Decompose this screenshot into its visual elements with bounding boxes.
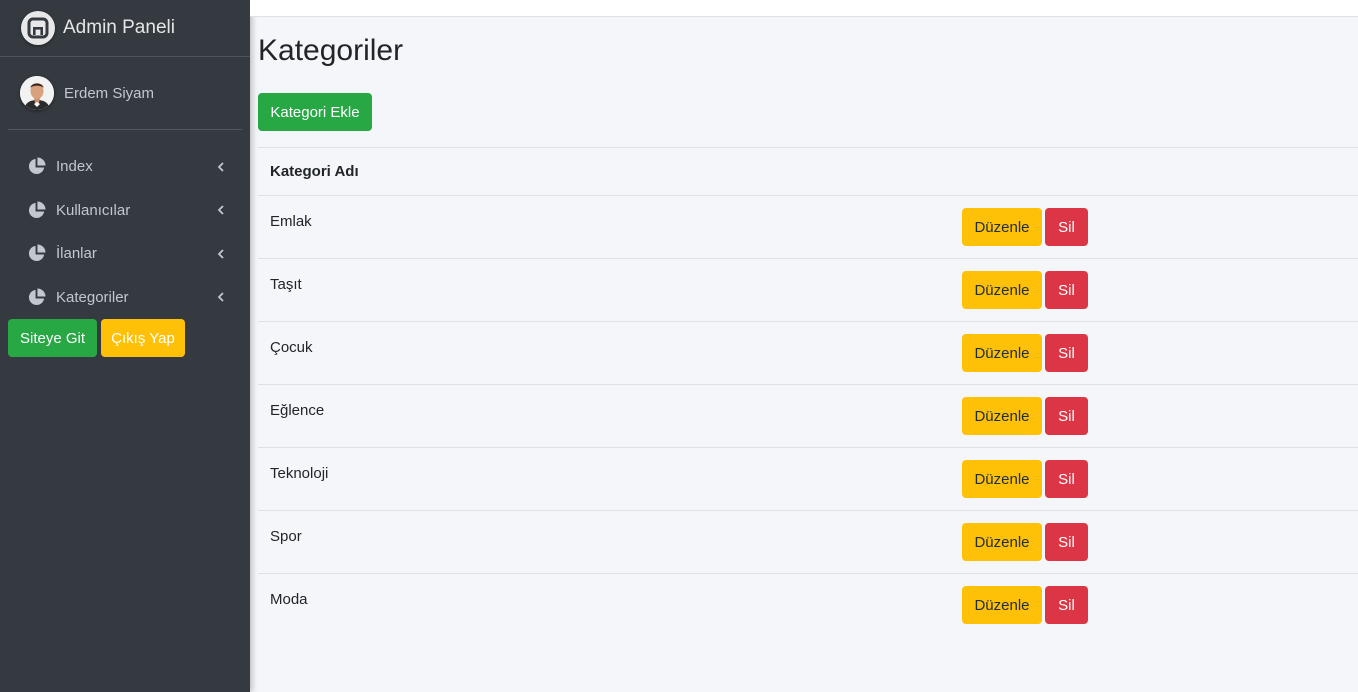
column-header-category-name: Kategori Adı — [270, 163, 359, 180]
sidebar-item-categories[interactable]: Kategoriler — [8, 276, 242, 320]
sidebar-item-label: İlanlar — [56, 245, 97, 263]
table-row: Eğlence Düzenle Sil — [258, 385, 1358, 448]
edit-button[interactable]: Düzenle — [962, 460, 1042, 498]
categories-table: Kategori Adı Emlak Düzenle Sil Taşıt Düz… — [258, 147, 1358, 637]
top-navbar — [250, 0, 1358, 17]
delete-button[interactable]: Sil — [1045, 208, 1088, 246]
table-row: Teknoloji Düzenle Sil — [258, 448, 1358, 511]
user-panel[interactable]: Erdem Siyam — [8, 57, 242, 130]
edit-button[interactable]: Düzenle — [962, 208, 1042, 246]
sidebar-nav: Index Kullanıcılar İlanlar Kategoriler — [0, 145, 250, 319]
chevron-left-icon — [216, 292, 226, 302]
edit-button[interactable]: Düzenle — [962, 523, 1042, 561]
brand-logo-icon — [21, 11, 55, 45]
sidebar-item-label: Kategoriler — [56, 288, 129, 306]
row-actions: Düzenle Sil — [962, 460, 1088, 498]
edit-button[interactable]: Düzenle — [962, 334, 1042, 372]
table-row: Moda Düzenle Sil — [258, 574, 1358, 637]
row-actions: Düzenle Sil — [962, 586, 1088, 624]
category-name: Eğlence — [270, 402, 325, 419]
sidebar-item-listings[interactable]: İlanlar — [8, 232, 242, 276]
row-actions: Düzenle Sil — [962, 208, 1088, 246]
delete-button[interactable]: Sil — [1045, 460, 1088, 498]
row-actions: Düzenle Sil — [962, 271, 1088, 309]
chart-pie-icon — [26, 244, 46, 264]
brand-text: Admin Paneli — [63, 17, 175, 38]
row-actions: Düzenle Sil — [962, 523, 1088, 561]
add-category-button[interactable]: Kategori Ekle — [258, 93, 372, 131]
delete-button[interactable]: Sil — [1045, 334, 1088, 372]
delete-button[interactable]: Sil — [1045, 397, 1088, 435]
category-name: Çocuk — [270, 339, 313, 356]
sidebar-item-users[interactable]: Kullanıcılar — [8, 189, 242, 233]
chart-pie-icon — [26, 157, 46, 177]
sidebar-item-index[interactable]: Index — [8, 145, 242, 189]
row-actions: Düzenle Sil — [962, 397, 1088, 435]
sidebar-item-label: Index — [56, 158, 93, 176]
edit-button[interactable]: Düzenle — [962, 397, 1042, 435]
delete-button[interactable]: Sil — [1045, 586, 1088, 624]
chevron-left-icon — [216, 205, 226, 215]
logout-button[interactable]: Çıkış Yap — [101, 319, 185, 357]
category-name: Teknoloji — [270, 465, 329, 482]
user-name: Erdem Siyam — [64, 84, 155, 102]
chart-pie-icon — [26, 200, 46, 220]
edit-button[interactable]: Düzenle — [962, 271, 1042, 309]
brand[interactable]: Admin Paneli — [0, 0, 250, 57]
avatar — [20, 76, 54, 110]
table-row: Çocuk Düzenle Sil — [258, 322, 1358, 385]
chevron-left-icon — [216, 162, 226, 172]
page-title: Kategoriler — [258, 34, 404, 67]
sidebar-item-label: Kullanıcılar — [56, 201, 131, 219]
category-name: Emlak — [270, 213, 312, 230]
chevron-left-icon — [216, 249, 226, 259]
row-actions: Düzenle Sil — [962, 334, 1088, 372]
go-to-site-button[interactable]: Siteye Git — [8, 319, 97, 357]
delete-button[interactable]: Sil — [1045, 271, 1088, 309]
category-name: Moda — [270, 591, 308, 608]
table-row: Emlak Düzenle Sil — [258, 196, 1358, 259]
category-name: Spor — [270, 528, 302, 545]
delete-button[interactable]: Sil — [1045, 523, 1088, 561]
table-row: Taşıt Düzenle Sil — [258, 259, 1358, 322]
edit-button[interactable]: Düzenle — [962, 586, 1042, 624]
table-row: Spor Düzenle Sil — [258, 511, 1358, 574]
category-name: Taşıt — [270, 276, 302, 293]
table-header: Kategori Adı — [258, 147, 1358, 196]
sidebar-actions: Siteye Git Çıkış Yap — [8, 319, 185, 357]
sidebar: Admin Paneli Erdem Siyam Index Kullanıcı… — [0, 0, 250, 692]
chart-pie-icon — [26, 287, 46, 307]
